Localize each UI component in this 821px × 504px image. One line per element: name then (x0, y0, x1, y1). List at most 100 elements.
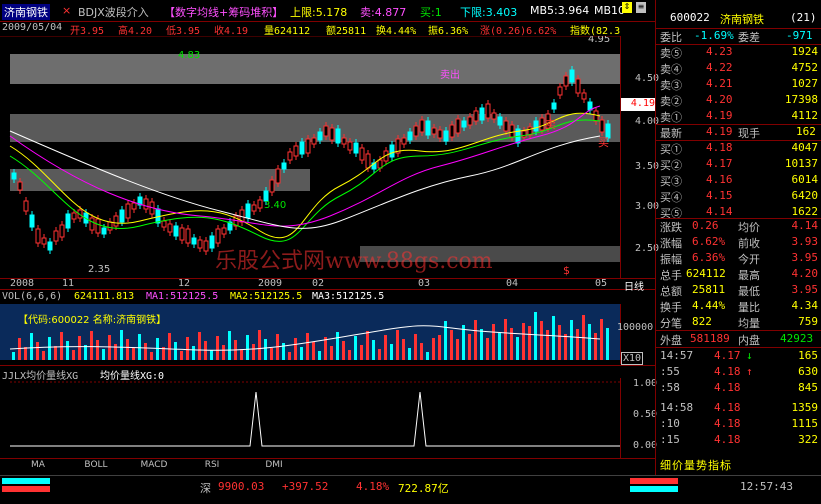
sell-level-row[interactable]: 卖④ 4.22 4752 (656, 60, 821, 76)
info-volume: 量624112 (264, 26, 311, 37)
volume-bar (306, 333, 309, 360)
candle-body (119, 209, 125, 223)
volume-chart[interactable]: 【代码:600022 名称:济南钢铁】 (0, 304, 620, 360)
buy-level-row[interactable]: 买① 4.18 4047 (656, 140, 821, 156)
info-amplitude: 振6.36% (428, 26, 469, 37)
candle-body (353, 142, 359, 154)
buy-level-row[interactable]: 买② 4.17 10137 (656, 156, 821, 172)
date-tick: 2008 (10, 278, 35, 289)
candle-body (569, 69, 575, 83)
buy-level-row[interactable]: 买③ 4.16 6014 (656, 172, 821, 188)
expand-arrow-icon[interactable]: ⇕ (622, 2, 632, 13)
current-price-tag: 4.19 (621, 98, 656, 111)
market-amount: 722.87亿 (398, 482, 449, 495)
candle-body (53, 230, 59, 242)
bottom-tabs[interactable]: 细价量势指标 (656, 456, 821, 472)
candle-body (107, 221, 113, 231)
buy-level-row[interactable]: 买④ 4.15 6420 (656, 188, 821, 204)
indicator-axis: 1.00 0.50 0.00 (620, 378, 657, 458)
candle-body (215, 228, 221, 244)
volume-bar (450, 330, 453, 360)
volume-bar (486, 338, 489, 360)
indicator-name[interactable]: BDJX波段介入 (78, 4, 149, 20)
stock-name[interactable]: 济南钢铁 (2, 4, 50, 20)
indicator-chart[interactable] (0, 378, 620, 458)
info-turnover: 换4.44% (376, 26, 417, 37)
sell-level-row[interactable]: 卖② 4.20 17398 (656, 92, 821, 108)
volume-bar (420, 343, 423, 360)
tick-row: :58 4.18 845 (660, 381, 818, 394)
tick-row: :10 4.18 1115 (660, 417, 818, 430)
candle-body (191, 237, 197, 245)
status-indicator-red (630, 478, 678, 484)
sell-level-row[interactable]: 卖⑤ 4.23 1924 (656, 44, 821, 60)
close-x-icon[interactable]: × (62, 4, 71, 17)
date-tick: 04 (506, 278, 519, 289)
weibi-row: 委比 -1.69% 委差 -971 (660, 29, 813, 44)
indicator-title-bar: 济南钢铁 × BDJX波段介入 【数字均线+筹码堆积】 上限:5.178 卖:4… (0, 0, 655, 22)
volume-bar (492, 324, 495, 360)
volume-bar (534, 312, 537, 360)
candle-body (299, 141, 305, 155)
candle-body (335, 128, 341, 144)
tab-boll[interactable]: BOLL (68, 460, 124, 472)
info-date: 2009/05/04 (2, 22, 63, 33)
volume-bar (522, 323, 525, 360)
candle-body (269, 179, 275, 193)
candlestick-chart[interactable]: 4.83 3.40 4.95 2.35 卖出 卖 买 $ 乐股公式网www.88… (0, 36, 620, 278)
candle-body (479, 107, 485, 121)
volume-bar (222, 345, 225, 360)
candle-body (251, 204, 257, 212)
volume-bar (474, 320, 477, 360)
candle-body (257, 199, 263, 209)
candle-body (323, 125, 329, 137)
volume-header: VOL(6,6,6) 624111.813 MA1:512125.5 MA2:5… (0, 291, 655, 304)
candle-body (293, 145, 299, 157)
candle-body (491, 112, 497, 120)
volume-bar (18, 338, 21, 360)
buy-value: 买:1 (420, 6, 442, 19)
volume-bar (342, 341, 345, 360)
tab-dmi[interactable]: DMI (246, 460, 302, 472)
tab-macd[interactable]: MACD (126, 460, 182, 472)
volume-tick: 100000 (617, 322, 654, 333)
market-label: 深 (200, 482, 211, 495)
upper-limit: 上限:5.178 (290, 6, 348, 19)
volume-bar (150, 352, 153, 360)
candle-body (179, 227, 185, 241)
volume-bar (504, 319, 507, 360)
volume-bar (540, 321, 543, 360)
sell-level-row[interactable]: 卖① 4.19 4112 (656, 108, 821, 124)
tab-ma[interactable]: MA (10, 460, 66, 472)
candle-body (377, 159, 383, 169)
candle-body (203, 240, 209, 252)
sell-level-row[interactable]: 卖③ 4.21 1027 (656, 76, 821, 92)
vol-ma3: MA3:512125.5 (312, 291, 385, 302)
volume-bar (546, 330, 549, 360)
indicator-tag: 【数字均线+筹码堆积】 (164, 6, 284, 19)
candle-body (209, 235, 215, 249)
volume-bar (480, 329, 483, 360)
tab-rsi[interactable]: RSI (184, 460, 240, 472)
candle-body (359, 147, 365, 161)
volume-bar (366, 331, 369, 360)
volume-bar (438, 335, 441, 360)
candle-body (461, 120, 467, 128)
candle-body (275, 168, 281, 184)
candle-body (143, 198, 149, 210)
volume-bar (252, 344, 255, 360)
buy-label: 买 (598, 136, 609, 149)
candle-body (587, 101, 593, 111)
candle-body (431, 127, 437, 135)
candle-body (401, 137, 407, 145)
candle-body (71, 212, 77, 220)
volume-bar (192, 346, 195, 360)
volume-bar (354, 336, 357, 360)
volume-bar (144, 343, 147, 360)
volume-bar (114, 344, 117, 360)
options-icon[interactable]: ≡ (636, 2, 646, 13)
candle-body (23, 200, 29, 212)
candle-body (575, 78, 581, 94)
market-pct: 4.18% (356, 480, 390, 493)
candle-body (389, 144, 395, 158)
